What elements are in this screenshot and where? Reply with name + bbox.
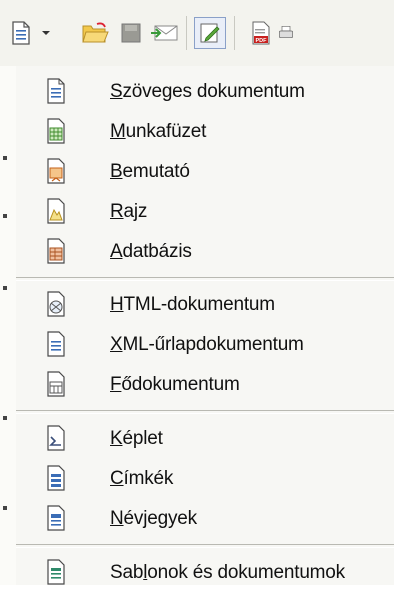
menu-item-label: Névjegyek bbox=[110, 508, 197, 529]
menu-item-label: Adatbázis bbox=[110, 241, 192, 262]
menu-item-text-document[interactable]: Szöveges dokumentum bbox=[16, 71, 394, 111]
labels-icon bbox=[43, 464, 69, 492]
dropdown-arrow-icon[interactable] bbox=[38, 18, 54, 48]
menu-item-label: XML-űrlapdokumentum bbox=[110, 334, 304, 355]
text-document-icon bbox=[43, 77, 69, 105]
save-icon[interactable] bbox=[116, 18, 146, 48]
menu-item-database[interactable]: Adatbázis bbox=[16, 231, 394, 271]
templates-and-documents-icon bbox=[43, 558, 69, 586]
menu-item-label: Címkék bbox=[110, 468, 174, 489]
edit-document-icon[interactable] bbox=[194, 17, 226, 49]
menu-item-html-document[interactable]: HTML-dokumentum bbox=[16, 284, 394, 324]
menu-item-xml-form-document[interactable]: XML-űrlapdokumentum bbox=[16, 324, 394, 364]
menu-item-label: Fődokumentum bbox=[110, 374, 240, 395]
menu-item-business-cards[interactable]: Névjegyek bbox=[16, 498, 394, 538]
menu-item-master-document[interactable]: Fődokumentum bbox=[16, 364, 394, 404]
menu-item-label: Sablonok és dokumentumok bbox=[110, 562, 345, 583]
export-pdf-icon[interactable]: PDF bbox=[246, 18, 276, 48]
menu-item-formula[interactable]: Képlet bbox=[16, 418, 394, 458]
standard-toolbar: PDF bbox=[0, 0, 394, 66]
open-folder-icon[interactable] bbox=[80, 18, 110, 48]
menu-item-label: Rajz bbox=[110, 201, 148, 222]
spreadsheet-icon bbox=[43, 117, 69, 145]
new-document-icon[interactable] bbox=[6, 18, 36, 48]
menu-item-labels[interactable]: Címkék bbox=[16, 458, 394, 498]
menu-item-spreadsheet[interactable]: Munkafüzet bbox=[16, 111, 394, 151]
menu-item-presentation[interactable]: Bemutató bbox=[16, 151, 394, 191]
toolbar-separator bbox=[234, 16, 235, 50]
svg-text:PDF: PDF bbox=[256, 38, 268, 44]
html-document-icon bbox=[43, 290, 69, 318]
email-icon[interactable] bbox=[150, 18, 180, 48]
xml-form-document-icon bbox=[43, 330, 69, 358]
toolbar-separator bbox=[186, 16, 187, 50]
menu-item-label: Munkafüzet bbox=[110, 121, 207, 142]
drawing-icon bbox=[43, 197, 69, 225]
menu-item-label: Szöveges dokumentum bbox=[110, 81, 305, 102]
print-icon[interactable] bbox=[278, 18, 294, 48]
menu-separator bbox=[16, 277, 394, 281]
menu-separator bbox=[16, 410, 394, 414]
window-edge bbox=[0, 66, 17, 585]
formula-icon bbox=[43, 424, 69, 452]
menu-item-label: Bemutató bbox=[110, 161, 190, 182]
menu-item-drawing[interactable]: Rajz bbox=[16, 191, 394, 231]
menu-item-templates-and-documents[interactable]: Sablonok és dokumentumok bbox=[16, 552, 394, 592]
menu-separator bbox=[16, 544, 394, 548]
business-cards-icon bbox=[43, 504, 69, 532]
master-document-icon bbox=[43, 370, 69, 398]
menu-item-label: HTML-dokumentum bbox=[110, 294, 275, 315]
new-document-menu: Szöveges dokumentum Munkafüzet Bemutató bbox=[16, 66, 394, 585]
database-icon bbox=[43, 237, 69, 265]
menu-item-label: Képlet bbox=[110, 428, 163, 449]
presentation-icon bbox=[43, 157, 69, 185]
